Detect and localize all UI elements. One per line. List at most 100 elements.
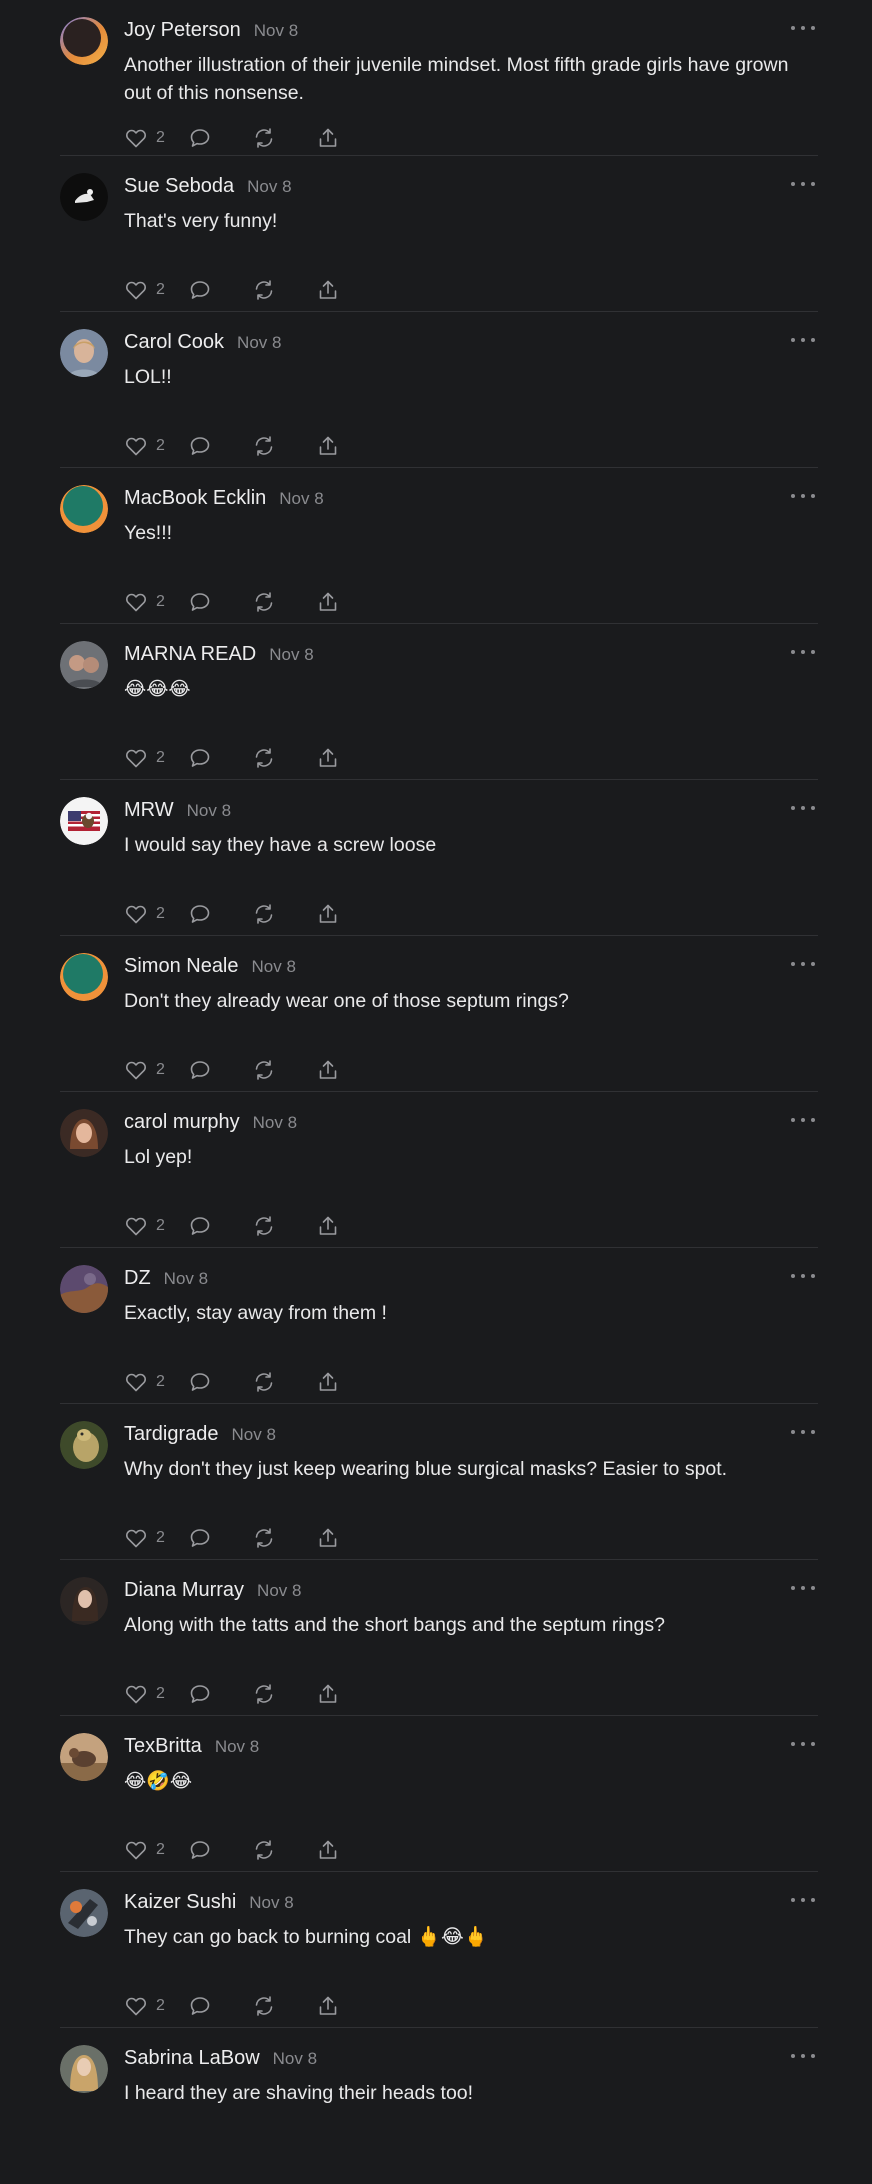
comment-author[interactable]: Tardigrade <box>124 1423 219 1446</box>
restack-button[interactable] <box>252 434 316 458</box>
share-button[interactable] <box>316 1058 340 1082</box>
share-button[interactable] <box>316 1370 340 1394</box>
default-avatar-icon[interactable] <box>60 953 108 1001</box>
comment-date[interactable]: Nov 8 <box>164 1269 208 1289</box>
reply-button[interactable] <box>188 1214 252 1238</box>
restack-button[interactable] <box>252 126 316 150</box>
reply-button[interactable] <box>188 902 252 926</box>
comment-date[interactable]: Nov 8 <box>253 1113 297 1133</box>
share-button[interactable] <box>316 278 340 302</box>
comment-author[interactable]: Diana Murray <box>124 1579 244 1602</box>
photo-avatar-icon[interactable] <box>60 173 108 221</box>
more-options-icon[interactable] <box>791 1738 815 1750</box>
comment-author[interactable]: MacBook Ecklin <box>124 487 266 510</box>
comment-date[interactable]: Nov 8 <box>273 2049 317 2069</box>
share-button[interactable] <box>316 590 340 614</box>
comment-date[interactable]: Nov 8 <box>269 645 313 665</box>
like-button[interactable]: 2 <box>124 1838 188 1862</box>
more-options-icon[interactable] <box>791 22 815 34</box>
comment-date[interactable]: Nov 8 <box>215 1737 259 1757</box>
share-button[interactable] <box>316 1838 340 1862</box>
share-button[interactable] <box>316 126 340 150</box>
restack-button[interactable] <box>252 278 316 302</box>
comment-date[interactable]: Nov 8 <box>279 489 323 509</box>
share-button[interactable] <box>316 746 340 770</box>
reply-button[interactable] <box>188 1994 252 2018</box>
more-options-icon[interactable] <box>791 1270 815 1282</box>
restack-button[interactable] <box>252 1838 316 1862</box>
reply-button[interactable] <box>188 126 252 150</box>
share-button[interactable] <box>316 1994 340 2018</box>
more-options-icon[interactable] <box>791 1426 815 1438</box>
tardigrade-avatar-icon[interactable] <box>60 1421 108 1469</box>
more-options-icon[interactable] <box>791 958 815 970</box>
share-button[interactable] <box>316 902 340 926</box>
more-options-icon[interactable] <box>791 490 815 502</box>
comment-date[interactable]: Nov 8 <box>187 801 231 821</box>
restack-button[interactable] <box>252 902 316 926</box>
reply-button[interactable] <box>188 590 252 614</box>
comment-author[interactable]: Sabrina LaBow <box>124 2047 260 2070</box>
photo-avatar-icon[interactable] <box>60 1109 108 1157</box>
more-options-icon[interactable] <box>791 1894 815 1906</box>
like-button[interactable]: 2 <box>124 1526 188 1550</box>
comment-date[interactable]: Nov 8 <box>254 21 298 41</box>
comment-author[interactable]: MRW <box>124 799 174 822</box>
more-options-icon[interactable] <box>791 2050 815 2062</box>
restack-button[interactable] <box>252 1526 316 1550</box>
share-button[interactable] <box>316 1682 340 1706</box>
more-options-icon[interactable] <box>791 1114 815 1126</box>
reply-button[interactable] <box>188 1370 252 1394</box>
reply-button[interactable] <box>188 1838 252 1862</box>
more-options-icon[interactable] <box>791 178 815 190</box>
more-options-icon[interactable] <box>791 1582 815 1594</box>
photo-avatar-icon[interactable] <box>60 329 108 377</box>
restack-button[interactable] <box>252 1058 316 1082</box>
photo-avatar-icon[interactable] <box>60 1733 108 1781</box>
comment-author[interactable]: Carol Cook <box>124 331 224 354</box>
more-options-icon[interactable] <box>791 802 815 814</box>
comment-author[interactable]: carol murphy <box>124 1111 240 1134</box>
like-button[interactable]: 2 <box>124 1682 188 1706</box>
comment-author[interactable]: DZ <box>124 1267 151 1290</box>
reply-button[interactable] <box>188 278 252 302</box>
comment-author[interactable]: Joy Peterson <box>124 19 241 42</box>
comment-author[interactable]: Sue Seboda <box>124 175 234 198</box>
like-button[interactable]: 2 <box>124 434 188 458</box>
swirl-avatar-icon[interactable] <box>60 17 108 65</box>
like-button[interactable]: 2 <box>124 1370 188 1394</box>
comment-date[interactable]: Nov 8 <box>232 1425 276 1445</box>
like-button[interactable]: 2 <box>124 746 188 770</box>
share-button[interactable] <box>316 1214 340 1238</box>
like-button[interactable]: 2 <box>124 1058 188 1082</box>
photo-avatar-icon[interactable] <box>60 1577 108 1625</box>
more-options-icon[interactable] <box>791 646 815 658</box>
reply-button[interactable] <box>188 1682 252 1706</box>
restack-button[interactable] <box>252 590 316 614</box>
restack-button[interactable] <box>252 1682 316 1706</box>
comment-date[interactable]: Nov 8 <box>237 333 281 353</box>
comment-date[interactable]: Nov 8 <box>257 1581 301 1601</box>
like-button[interactable]: 2 <box>124 1214 188 1238</box>
restack-button[interactable] <box>252 1370 316 1394</box>
more-options-icon[interactable] <box>791 334 815 346</box>
like-button[interactable]: 2 <box>124 126 188 150</box>
comment-date[interactable]: Nov 8 <box>252 957 296 977</box>
restack-button[interactable] <box>252 746 316 770</box>
like-button[interactable]: 2 <box>124 902 188 926</box>
default-avatar-icon[interactable] <box>60 485 108 533</box>
restack-button[interactable] <box>252 1214 316 1238</box>
restack-button[interactable] <box>252 1994 316 2018</box>
reply-button[interactable] <box>188 746 252 770</box>
photo-avatar-icon[interactable] <box>60 641 108 689</box>
comment-author[interactable]: MARNA READ <box>124 643 256 666</box>
photo-avatar-icon[interactable] <box>60 1889 108 1937</box>
comment-author[interactable]: Simon Neale <box>124 955 239 978</box>
comment-date[interactable]: Nov 8 <box>247 177 291 197</box>
comment-author[interactable]: Kaizer Sushi <box>124 1891 236 1914</box>
comment-author[interactable]: TexBritta <box>124 1735 202 1758</box>
like-button[interactable]: 2 <box>124 1994 188 2018</box>
share-button[interactable] <box>316 434 340 458</box>
reply-button[interactable] <box>188 434 252 458</box>
comment-date[interactable]: Nov 8 <box>249 1893 293 1913</box>
